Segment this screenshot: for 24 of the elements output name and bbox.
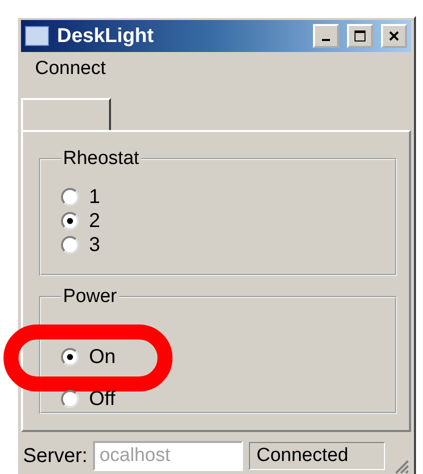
radio-button[interactable] [61,188,79,206]
radio-option[interactable]: 2 [61,210,100,232]
radio-option[interactable]: 3 [61,234,100,256]
group-title: Power [62,286,118,308]
maximize-button[interactable] [347,24,373,48]
connection-status: Connected [249,442,385,470]
radio-button[interactable] [61,348,79,366]
radio-button[interactable] [61,212,79,230]
app-icon [25,26,49,46]
close-icon [388,30,400,42]
close-button[interactable] [381,24,407,48]
menu-item[interactable]: Connect [35,58,106,88]
server-label: Server: [23,444,88,468]
window-title: DeskLight [57,24,155,48]
radio-option[interactable]: On [61,346,116,368]
radio-option[interactable]: Off [61,388,116,410]
radio-button[interactable] [61,236,79,254]
minimize-icon [322,39,330,41]
tab[interactable] [21,98,111,130]
group-title: Rheostat [62,148,140,170]
minimize-button[interactable] [313,24,339,48]
maximize-icon [354,30,366,42]
radio-button[interactable] [61,390,79,408]
radio-option[interactable]: 1 [61,186,100,208]
